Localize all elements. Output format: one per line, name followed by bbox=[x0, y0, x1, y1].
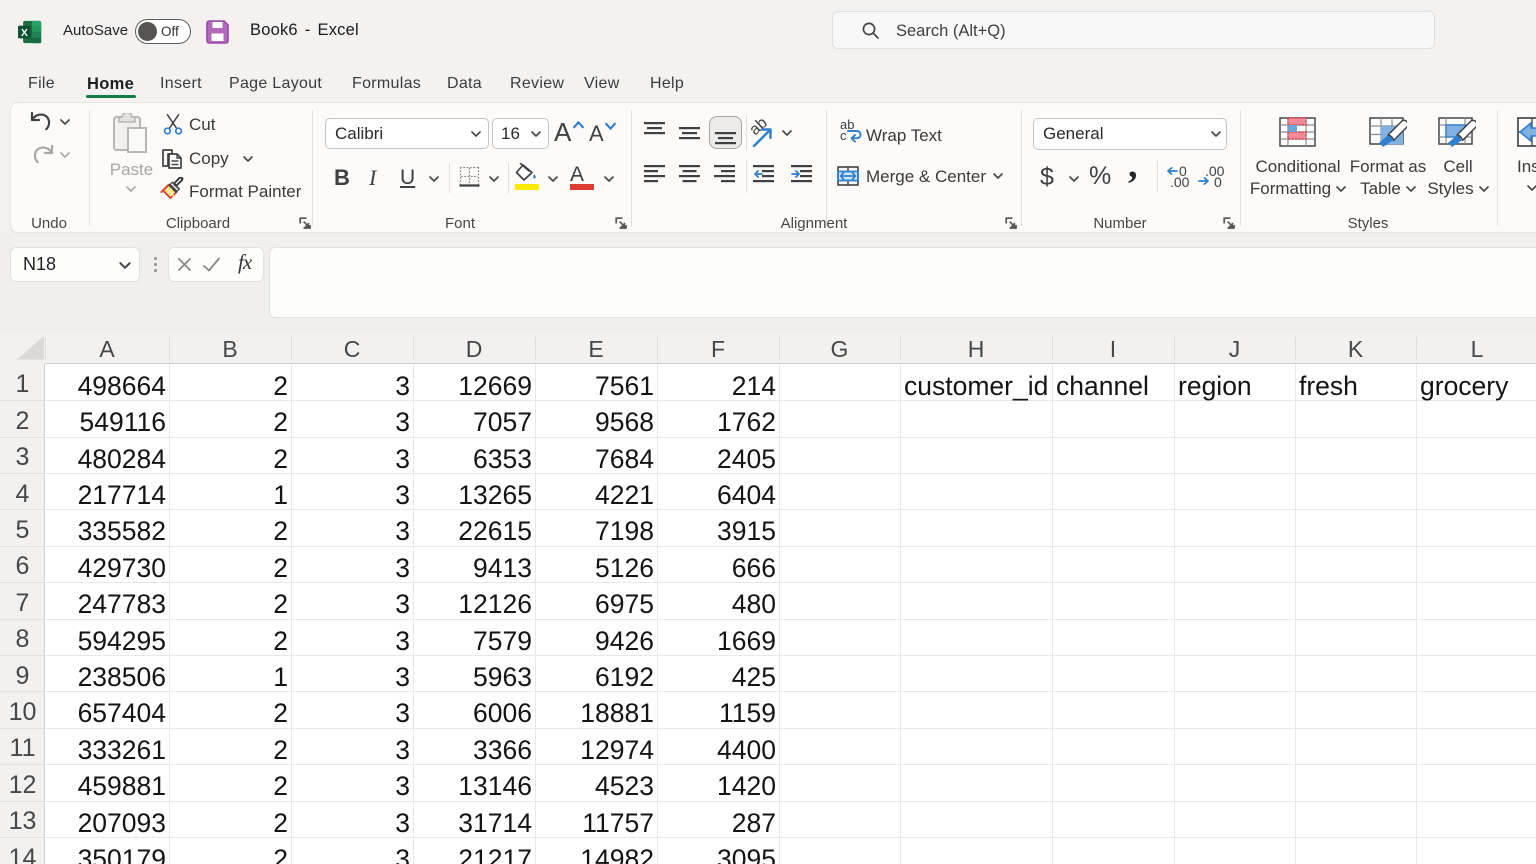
svg-text:X: X bbox=[21, 28, 28, 39]
